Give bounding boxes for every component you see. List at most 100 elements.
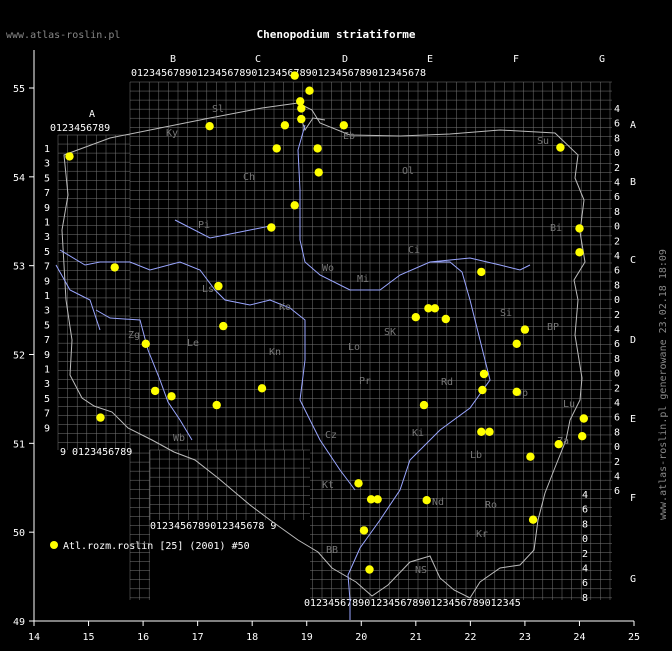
- occurrence-point: [96, 413, 105, 422]
- grid-digit-left: 9: [44, 203, 50, 214]
- grid-digit-right: 8: [614, 207, 620, 218]
- region-label: Wb: [173, 433, 185, 444]
- occurrence-point: [297, 114, 306, 124]
- grid-digit-left: 7: [44, 335, 50, 346]
- grid-letter-right: C: [630, 255, 636, 266]
- grid-letter-right: F: [630, 493, 636, 504]
- region-label: Kr: [476, 529, 488, 540]
- lat-tick-label: 54: [13, 173, 25, 184]
- region-label: Wo: [322, 263, 334, 274]
- lat-tick-label: 49: [13, 617, 25, 628]
- occurrence-point: [512, 387, 521, 396]
- lon-tick-label: 16: [137, 632, 149, 643]
- grid-digit-right: 4: [614, 398, 620, 409]
- occurrence-point: [305, 86, 314, 95]
- region-label: Lb: [470, 450, 482, 461]
- grid-digits-bottom: 012345678901234567890123456789012345: [304, 598, 521, 609]
- grid-letter-right: E: [630, 414, 636, 425]
- grid-digits-top: 0123456789012345678901234567890123456789…: [131, 68, 426, 79]
- region-label: Ro: [485, 500, 497, 511]
- grid-digit-f: 2: [582, 549, 588, 560]
- occurrence-point: [257, 384, 267, 393]
- grid-digit-f: 8: [582, 519, 588, 530]
- grid-digit-left: 1: [44, 218, 50, 229]
- grid-digit-right: 4: [614, 104, 620, 115]
- grid-digit-right: 2: [614, 383, 620, 394]
- occurrence-point: [419, 400, 429, 410]
- lon-tick-label: 15: [83, 632, 95, 643]
- grid-letter-top: D: [342, 54, 348, 65]
- grid-digit-left: 3: [44, 306, 50, 317]
- region-label: Nd: [432, 497, 444, 508]
- lon-tick-label: 25: [628, 632, 640, 643]
- grid-digit-right: 4: [614, 178, 620, 189]
- occurrence-point: [272, 144, 281, 153]
- region-label: Lu: [563, 399, 575, 410]
- grid-digit-right: 0: [614, 442, 620, 453]
- region-label: Pi: [198, 220, 210, 231]
- region-label: Si: [500, 308, 512, 319]
- grid-digit-f: 4: [582, 490, 588, 501]
- legend-marker: [50, 541, 58, 549]
- grid-digit-left: 7: [44, 409, 50, 420]
- lon-tick-label: 18: [246, 632, 258, 643]
- region-label: Mi: [357, 274, 369, 285]
- occurrence-point: [110, 263, 119, 272]
- occurrence-point: [280, 121, 290, 130]
- lon-tick-label: 20: [355, 632, 367, 643]
- lat-tick-label: 51: [13, 439, 25, 450]
- grid-digit-right: 8: [614, 133, 620, 144]
- occurrence-point: [313, 144, 322, 153]
- occurrence-point: [422, 496, 431, 505]
- grid-digit-right: 2: [614, 310, 620, 321]
- occurrence-point: [267, 223, 276, 232]
- region-label: Lo: [348, 342, 360, 353]
- occurrence-point: [554, 440, 563, 449]
- region-label: Cz: [325, 430, 337, 441]
- grid-digit-right: 6: [614, 119, 620, 130]
- occurrence-point: [485, 427, 494, 436]
- grid-digit-left: 7: [44, 188, 50, 199]
- occurrence-point: [373, 495, 382, 504]
- region-label: Eb: [343, 131, 355, 142]
- lon-tick-label: 21: [410, 632, 422, 643]
- lon-tick-label: 14: [28, 632, 40, 643]
- grid-digit-right: 4: [614, 325, 620, 336]
- grid-digit-f: 4: [582, 564, 588, 575]
- region-label: Ky: [166, 128, 178, 139]
- grid-digit-f: 0: [582, 534, 588, 545]
- occurrence-point: [526, 452, 535, 461]
- region-label: Ci: [408, 245, 420, 256]
- grid-digit-left: 1: [44, 144, 50, 155]
- region-label: Ls: [202, 284, 214, 295]
- legend-label: Atl.rozm.roslin [25] (2001) #50: [63, 541, 250, 552]
- region-label: NS: [415, 565, 427, 576]
- grid-digit-left: 7: [44, 262, 50, 273]
- grid-digit-left: 9: [44, 423, 50, 434]
- grid-digit-right: 6: [614, 486, 620, 497]
- occurrence-point: [290, 71, 299, 80]
- grid-digit-left: 3: [44, 379, 50, 390]
- lon-tick-label: 17: [192, 632, 204, 643]
- region-label: Bi: [550, 223, 562, 234]
- lat-tick-label: 55: [13, 84, 25, 95]
- grid-digit-right: 6: [614, 192, 620, 203]
- grid-digit-right: 6: [614, 413, 620, 424]
- legend: Atl.rozm.roslin [25] (2001) #50: [50, 541, 250, 552]
- grid-digit-left: 3: [44, 232, 50, 243]
- region-label: Zg: [128, 330, 140, 341]
- site-label: www.atlas-roslin.pl: [6, 30, 120, 41]
- grid-digit-right: 8: [614, 280, 620, 291]
- grid-letter-top: F: [513, 54, 519, 65]
- occurrence-point: [477, 267, 486, 277]
- grid-digit-right: 2: [614, 236, 620, 247]
- region-label: Rd: [441, 377, 453, 388]
- grid-digit-right: 6: [614, 266, 620, 277]
- grid-letter-top: E: [427, 54, 433, 65]
- occurrence-point: [141, 339, 150, 348]
- generated-note: www.atlas-roslin.pl generowane 23.02.18 …: [658, 249, 669, 520]
- occurrence-point: [365, 565, 374, 574]
- grid-letter-top: B: [170, 54, 176, 65]
- grid-digit-right: 0: [614, 295, 620, 306]
- occurrence-point: [478, 385, 487, 395]
